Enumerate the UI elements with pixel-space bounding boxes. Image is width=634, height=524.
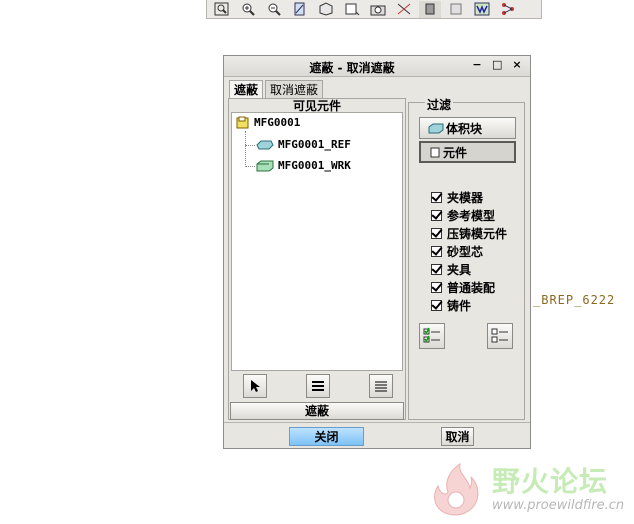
hide-tool-icon[interactable]: [419, 0, 441, 18]
checkbox[interactable]: [431, 300, 442, 311]
title-bar[interactable]: 遮蔽 - 取消遮蔽 − □ ×: [224, 56, 530, 77]
select-all-button[interactable]: [306, 374, 330, 398]
assembly-icon: [236, 116, 249, 129]
refit-icon[interactable]: [289, 1, 311, 18]
datum-display-icon[interactable]: [393, 1, 415, 18]
uncheck-all-button[interactable]: [487, 323, 513, 349]
connections-icon[interactable]: [497, 1, 519, 18]
volume-filter-button[interactable]: 体积块: [419, 117, 516, 139]
tree-item-root[interactable]: MFG0001: [236, 116, 300, 129]
maximize-button[interactable]: □: [492, 58, 502, 71]
checkbox-label: 铸件: [447, 299, 472, 313]
check-all-icon: [423, 327, 440, 343]
checkbox-label: 砂型芯: [447, 245, 484, 259]
close-button[interactable]: 关闭: [289, 427, 364, 446]
component-filter-button[interactable]: 元件: [419, 141, 516, 163]
window-controls: − □ ×: [472, 58, 522, 71]
dialog-title: 遮蔽 - 取消遮蔽: [309, 61, 395, 75]
checkbox-label: 压铸模元件: [447, 227, 508, 241]
pick-button[interactable]: [243, 374, 267, 398]
component-filter-icon: [430, 147, 440, 158]
flame-logo-icon: [434, 462, 479, 516]
watermark: 野火论坛 www.proewildfire.cn: [426, 458, 634, 524]
component-icon[interactable]: [445, 1, 467, 18]
watermark-text: 野火论坛: [492, 465, 609, 498]
checkbox-casting[interactable]: 铸件: [431, 297, 471, 314]
zoom-in-icon[interactable]: [237, 1, 259, 18]
tree-item-ref[interactable]: MFG0001_REF: [256, 138, 351, 151]
component-tree[interactable]: MFG0001 MFG0001_REF MFG0001_WRK: [231, 112, 403, 371]
workpiece-icon: [256, 160, 274, 171]
main-toolbar: [206, 0, 542, 19]
checkbox-sand-core[interactable]: 砂型芯: [431, 243, 483, 260]
shading-icon[interactable]: [315, 1, 337, 18]
model-label: _BREP_6222: [533, 293, 616, 307]
checkbox-die-component[interactable]: 压铸模元件: [431, 225, 507, 242]
tab-bar: 遮蔽 取消遮蔽: [229, 80, 325, 98]
checkbox[interactable]: [431, 228, 442, 239]
dialog-footer: 关闭 取消: [224, 422, 530, 449]
manufacturing-icon[interactable]: [471, 1, 493, 18]
volume-icon: [428, 123, 444, 134]
tab-hide[interactable]: 遮蔽: [229, 80, 264, 98]
hide-button[interactable]: 遮蔽: [230, 402, 404, 420]
snapshot-icon[interactable]: [367, 1, 389, 18]
checkbox-mold-base[interactable]: 夹模器: [431, 189, 483, 206]
checkbox-ref-model[interactable]: 参考模型: [431, 207, 495, 224]
selection-buttons: [243, 374, 393, 398]
tree-item-label: MFG0001_WRK: [278, 159, 351, 172]
checkbox[interactable]: [431, 264, 442, 275]
tree-connector: [245, 166, 255, 167]
deselect-all-button[interactable]: [369, 374, 393, 398]
saved-views-icon[interactable]: [341, 1, 363, 18]
select-all-icon: [312, 381, 324, 391]
tab-unhide[interactable]: 取消遮蔽: [265, 80, 324, 98]
volume-filter-label: 体积块: [446, 121, 483, 136]
filter-label: 过滤: [425, 96, 454, 113]
reference-model-icon: [256, 140, 274, 149]
hide-unhide-dialog: 遮蔽 - 取消遮蔽 − □ × 遮蔽 取消遮蔽 可见元件 MFG0001 MFG…: [223, 55, 531, 449]
zoom-window-icon[interactable]: [211, 1, 233, 18]
tree-item-label: MFG0001_REF: [278, 138, 351, 151]
zoom-out-icon[interactable]: [263, 1, 285, 18]
checkbox-label: 夹具: [447, 263, 472, 277]
pointer-icon: [251, 380, 260, 392]
checkbox-fixture[interactable]: 夹具: [431, 261, 471, 278]
minimize-button[interactable]: −: [472, 58, 482, 71]
checkbox[interactable]: [431, 246, 442, 257]
tree-connector: [245, 131, 246, 167]
watermark-url: www.proewildfire.cn: [492, 498, 625, 513]
tree-item-wrk[interactable]: MFG0001_WRK: [256, 159, 351, 172]
filter-group: 过滤 体积块 元件 夹模器 参考模型 压铸模元件 砂型芯 夹具 普通装配 铸件: [408, 96, 525, 420]
checkbox-label: 参考模型: [447, 209, 496, 223]
deselect-all-icon: [375, 381, 387, 392]
tree-item-label: MFG0001: [254, 116, 301, 129]
cancel-button[interactable]: 取消: [441, 427, 474, 446]
checkbox-label: 夹模器: [447, 191, 484, 205]
close-window-button[interactable]: ×: [512, 58, 522, 71]
tree-connector: [245, 145, 255, 146]
component-filter-label: 元件: [443, 145, 468, 160]
checkbox[interactable]: [431, 282, 442, 293]
checkbox[interactable]: [431, 192, 442, 203]
uncheck-all-icon: [491, 328, 508, 343]
check-all-button[interactable]: [419, 323, 445, 349]
checkbox-label: 普通装配: [447, 281, 496, 295]
visible-components-pane: 可见元件 MFG0001 MFG0001_REF MFG0001_WRK 遮蔽: [228, 98, 406, 420]
checkbox[interactable]: [431, 210, 442, 221]
checkbox-general-assembly[interactable]: 普通装配: [431, 279, 495, 296]
